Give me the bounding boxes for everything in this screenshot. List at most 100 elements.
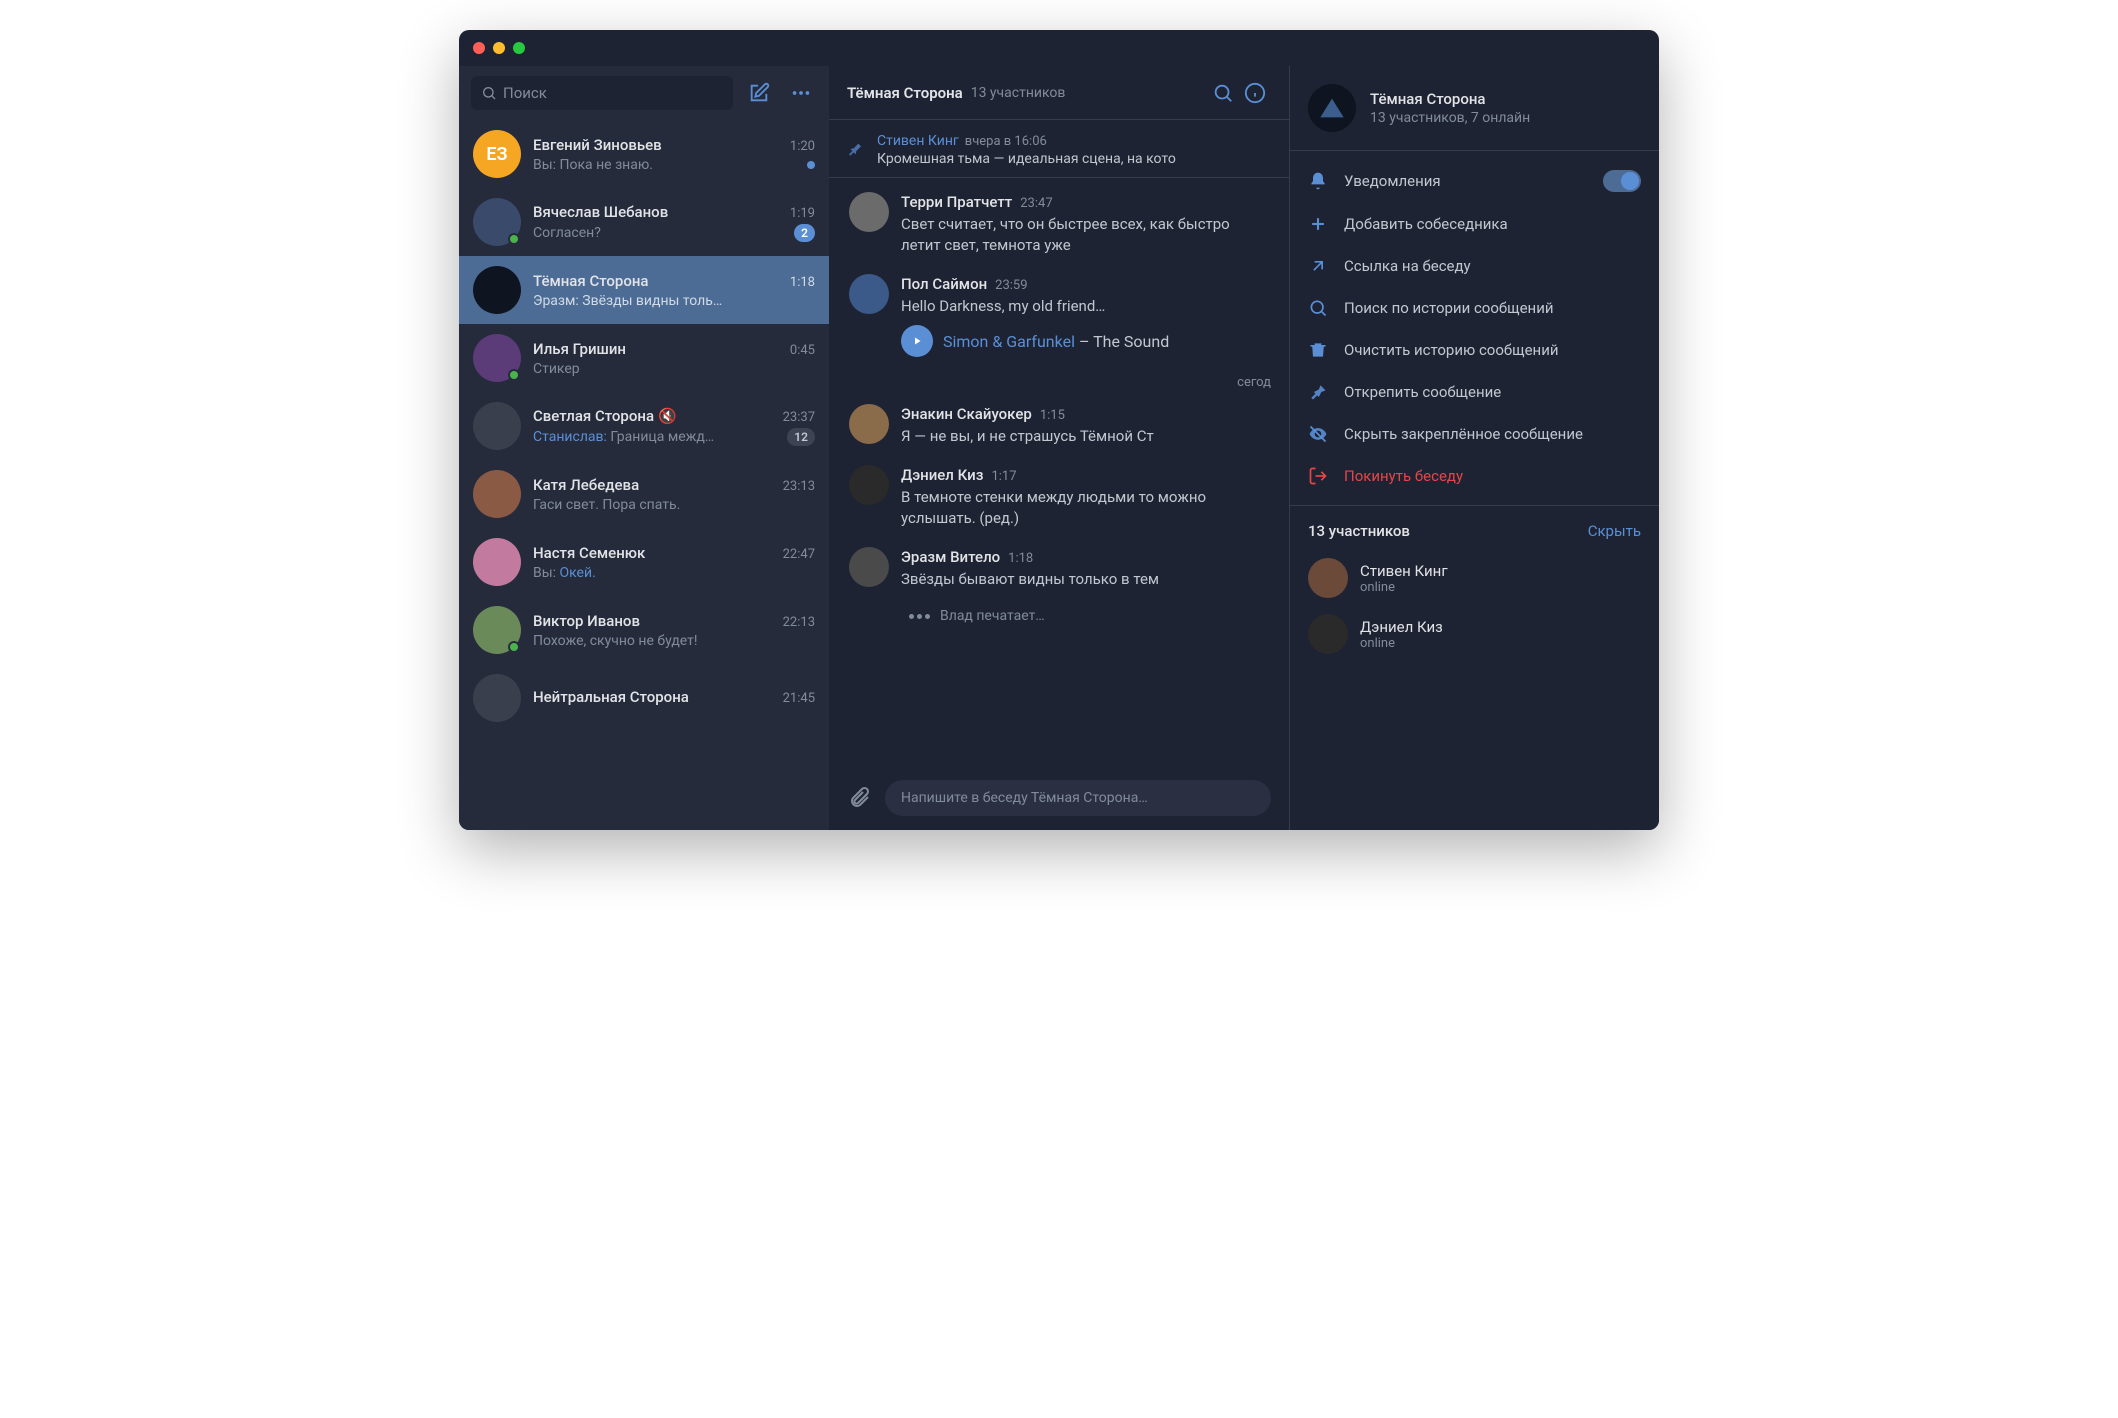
member-item[interactable]: Стивен Кингonline — [1290, 550, 1659, 606]
more-button[interactable] — [785, 77, 817, 109]
presence-dot — [508, 369, 520, 381]
avatar — [473, 538, 521, 586]
app-window: Поиск ЕЗЕвгений Зиновьев1:20Вы: Пока не … — [459, 30, 1659, 830]
presence-dot — [508, 233, 520, 245]
chat-search-button[interactable] — [1207, 77, 1239, 109]
conversation-item[interactable]: Вячеслав Шебанов1:19Согласен?2 — [459, 188, 829, 256]
action-hide-pinned[interactable]: Скрыть закреплённое сообщение — [1290, 413, 1659, 455]
message-author: Пол Саймон — [901, 275, 987, 293]
message-time: 1:18 — [1008, 551, 1033, 566]
members-header: 13 участников Скрыть — [1290, 505, 1659, 550]
avatar — [473, 470, 521, 518]
conversation-title: Тёмная Сторона — [533, 272, 649, 290]
close-window-button[interactable] — [473, 42, 485, 54]
conversation-item[interactable]: Виктор Иванов22:13Похоже, скучно не буде… — [459, 596, 829, 664]
conversation-item[interactable]: Нейтральная Сторона21:45 — [459, 664, 829, 732]
action-search-history[interactable]: Поиск по истории сообщений — [1290, 287, 1659, 329]
bell-icon — [1308, 171, 1328, 191]
message-author: Терри Пратчетт — [901, 193, 1012, 211]
member-name: Стивен Кинг — [1360, 562, 1448, 580]
plus-icon — [1308, 214, 1328, 234]
action-add-member[interactable]: Добавить собеседника — [1290, 203, 1659, 245]
maximize-window-button[interactable] — [513, 42, 525, 54]
eye-off-icon — [1308, 424, 1328, 444]
conversation-title: Настя Семенюк — [533, 544, 645, 562]
message-input[interactable]: Напишите в беседу Тёмная Сторона… — [885, 780, 1271, 816]
conversation-title: Катя Лебедева — [533, 476, 639, 494]
search-placeholder: Поиск — [503, 84, 547, 102]
conversation-title: Илья Гришин — [533, 340, 626, 358]
attach-icon[interactable] — [847, 786, 871, 810]
action-notifications[interactable]: Уведомления — [1290, 159, 1659, 203]
compose-icon — [748, 82, 770, 104]
composer: Напишите в беседу Тёмная Сторона… — [829, 770, 1289, 830]
pin-icon — [847, 141, 863, 157]
unread-badge: 2 — [794, 224, 815, 242]
members-hide-button[interactable]: Скрыть — [1588, 522, 1641, 540]
avatar — [1308, 558, 1348, 598]
conversation-item[interactable]: Катя Лебедева23:13Гаси свет. Пора спать. — [459, 460, 829, 528]
message-time: 1:15 — [1040, 408, 1065, 423]
compose-button[interactable] — [743, 77, 775, 109]
pinned-author: Стивен Кинг — [877, 133, 959, 149]
message-author: Эразм Витело — [901, 548, 1000, 566]
conversation-time: 22:47 — [783, 547, 815, 562]
avatar — [849, 274, 889, 314]
more-icon — [790, 82, 812, 104]
message-time: 23:47 — [1020, 196, 1052, 211]
exit-icon — [1308, 466, 1328, 486]
arrow-up-right-icon — [1308, 256, 1328, 276]
conversation-time: 1:19 — [790, 206, 815, 221]
pinned-time: вчера в 16:06 — [965, 134, 1047, 149]
avatar — [473, 674, 521, 722]
audio-attachment[interactable]: Simon & Garfunkel – The Sound — [901, 325, 1271, 357]
date-divider: сегод — [889, 375, 1271, 390]
message-time: 23:59 — [995, 278, 1027, 293]
info-subtitle: 13 участников, 7 онлайн — [1370, 110, 1530, 126]
titlebar — [459, 30, 1659, 66]
info-title: Тёмная Сторона — [1370, 90, 1530, 108]
member-item[interactable]: Дэниел Кизonline — [1290, 606, 1659, 662]
conversation-item[interactable]: Тёмная Сторона1:18Эразм: Звёзды видны то… — [459, 256, 829, 324]
info-icon — [1244, 82, 1266, 104]
presence-dot — [508, 641, 520, 653]
chat-pane: Тёмная Сторона 13 участников Стивен Кинг… — [829, 66, 1289, 830]
conversation-title: Виктор Иванов — [533, 612, 640, 630]
conversation-preview: Стикер — [533, 361, 580, 377]
member-name: Дэниел Киз — [1360, 618, 1443, 636]
avatar — [849, 404, 889, 444]
message-text: Hello Darkness, my old friend… — [901, 296, 1271, 317]
avatar: ЕЗ — [473, 130, 521, 178]
search-icon — [1308, 298, 1328, 318]
conversation-item[interactable]: Светлая Сторона🔇23:37Станислав: Граница … — [459, 392, 829, 460]
conversation-preview: Вы: Окей. — [533, 565, 596, 581]
avatar — [473, 402, 521, 450]
message-text: В темноте стенки между людьми то можно у… — [901, 487, 1271, 529]
pinned-message[interactable]: Стивен Кингвчера в 16:06 Кромешная тьма … — [829, 120, 1289, 178]
message: Дэниел Киз1:17В темноте стенки между люд… — [849, 465, 1271, 529]
action-chat-link[interactable]: Ссылка на беседу — [1290, 245, 1659, 287]
search-icon — [481, 85, 497, 101]
trash-icon — [1308, 340, 1328, 360]
member-status: online — [1360, 580, 1448, 595]
action-clear-history[interactable]: Очистить историю сообщений — [1290, 329, 1659, 371]
action-leave[interactable]: Покинуть беседу — [1290, 455, 1659, 497]
conversation-time: 23:37 — [783, 410, 815, 425]
avatar — [473, 606, 521, 654]
avatar — [849, 547, 889, 587]
avatar — [473, 334, 521, 382]
members-title: 13 участников — [1308, 522, 1410, 540]
message-author: Дэниел Киз — [901, 466, 983, 484]
info-panel: Тёмная Сторона 13 участников, 7 онлайн У… — [1289, 66, 1659, 830]
conversation-item[interactable]: Илья Гришин0:45Стикер — [459, 324, 829, 392]
action-unpin[interactable]: Открепить сообщение — [1290, 371, 1659, 413]
notifications-toggle[interactable] — [1603, 170, 1641, 192]
conversation-item[interactable]: Настя Семенюк 22:47 Вы: Окей. — [459, 528, 829, 596]
conversation-item[interactable]: ЕЗЕвгений Зиновьев1:20Вы: Пока не знаю. — [459, 120, 829, 188]
minimize-window-button[interactable] — [493, 42, 505, 54]
typing-indicator: Влад печатает… — [909, 608, 1271, 624]
chat-info-button[interactable] — [1239, 77, 1271, 109]
play-button[interactable] — [901, 325, 933, 357]
search-input[interactable]: Поиск — [471, 76, 733, 110]
chat-subtitle: 13 участников — [971, 85, 1066, 101]
